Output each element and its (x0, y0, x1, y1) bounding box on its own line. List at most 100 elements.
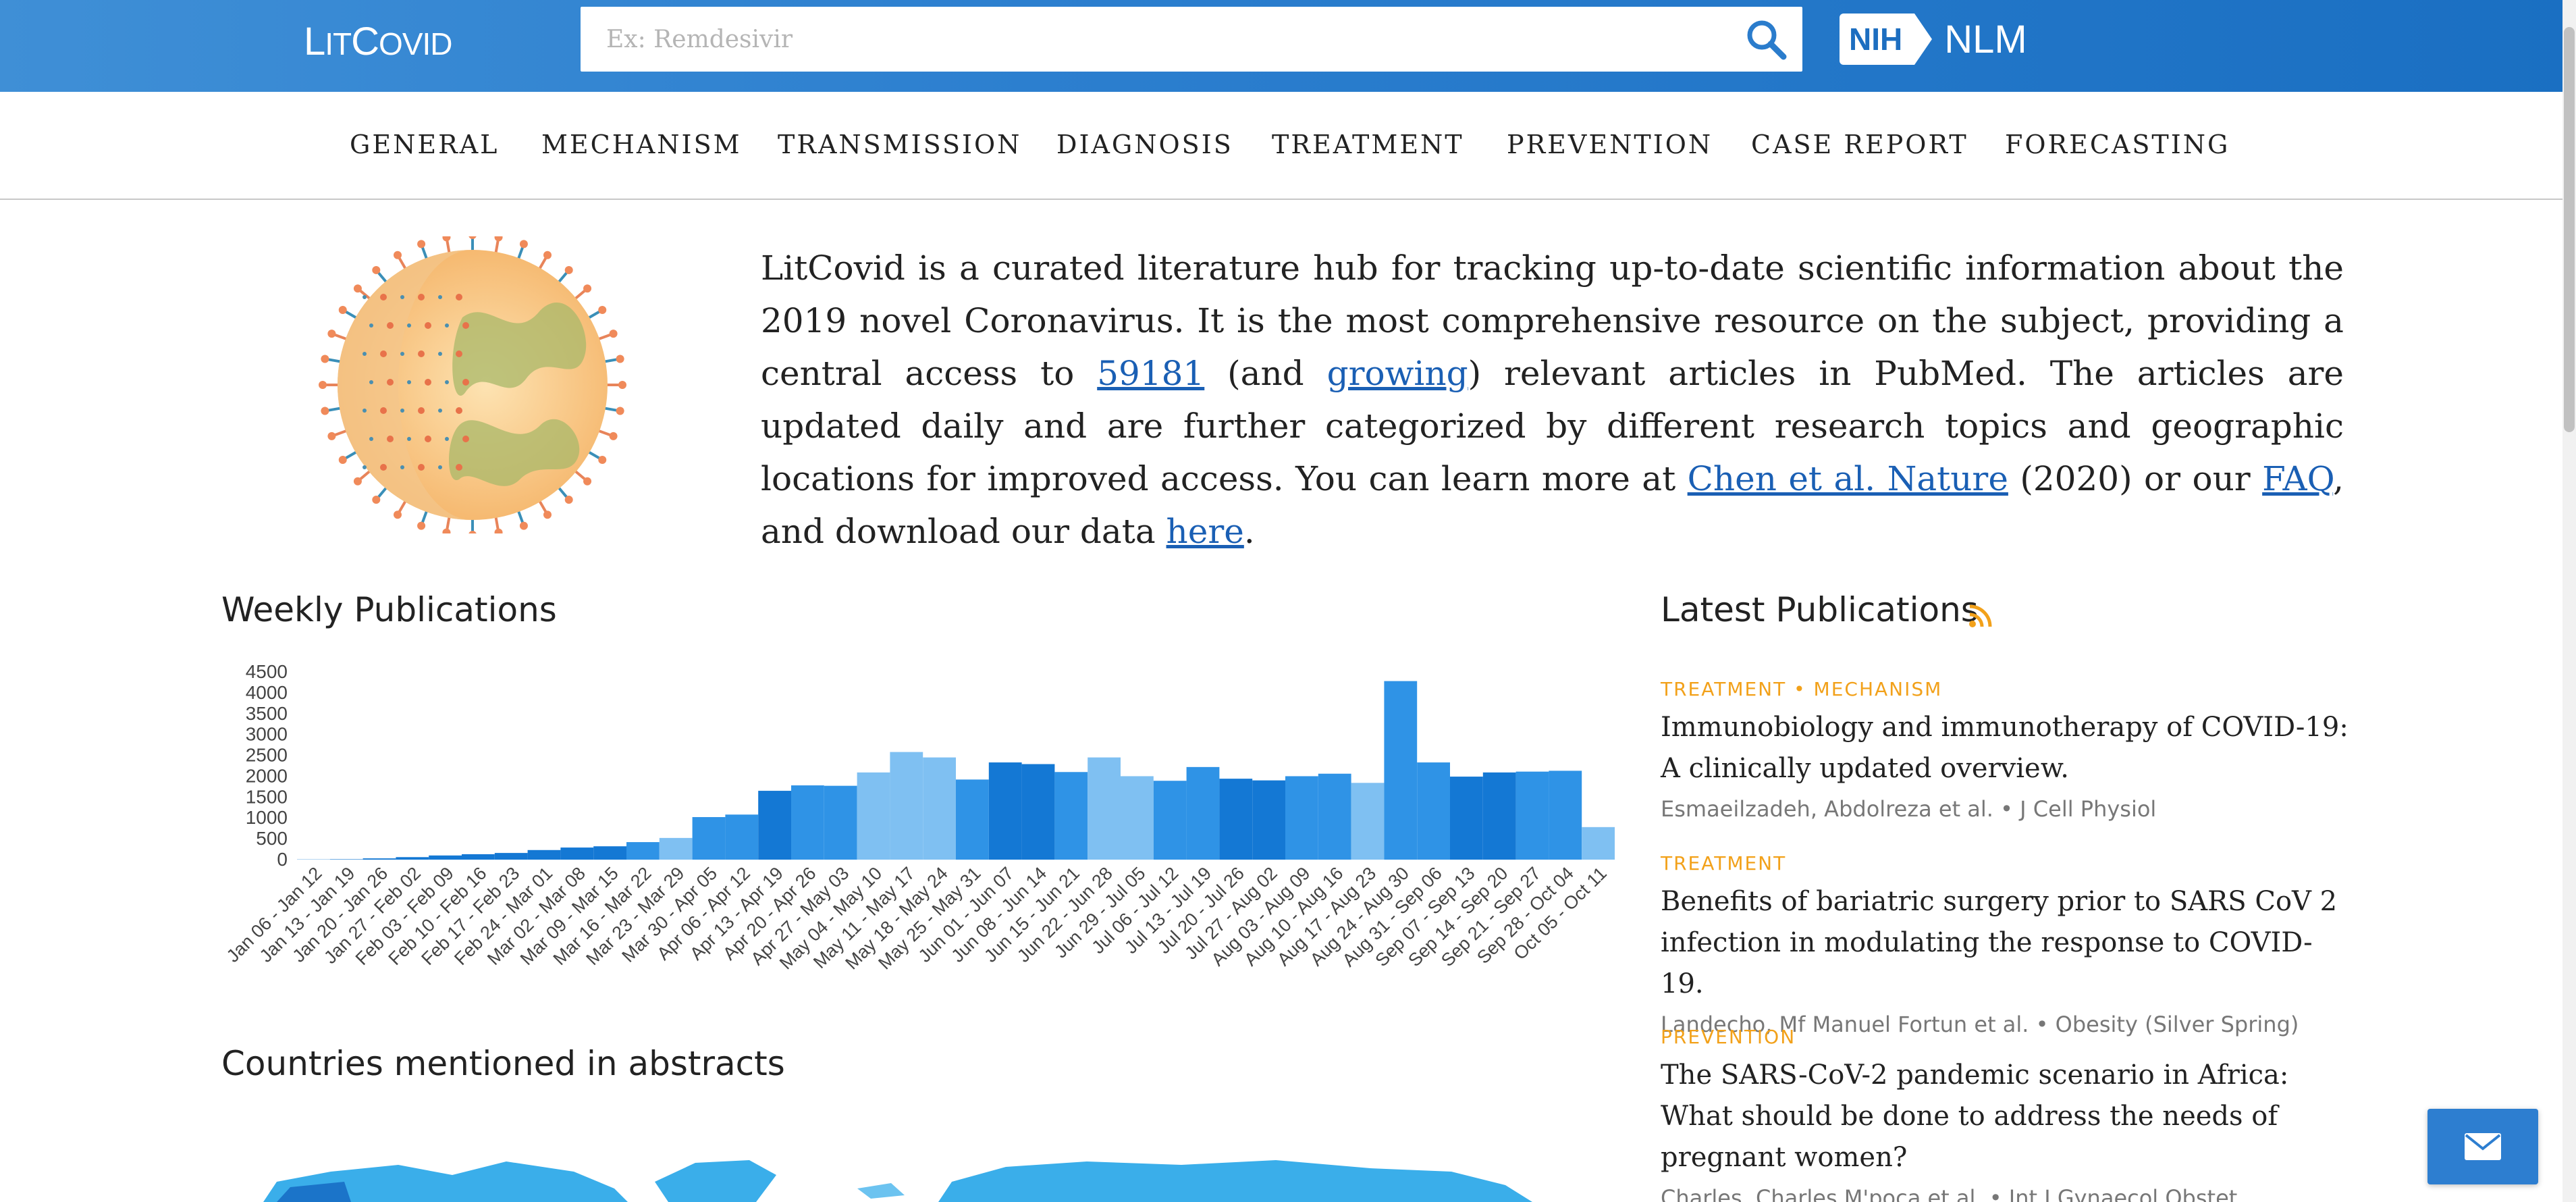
bar-17[interactable] (857, 772, 890, 860)
y-tick-label: 2500 (246, 745, 288, 766)
bar-7[interactable] (527, 850, 561, 860)
bar-29[interactable] (1252, 780, 1285, 860)
bar-22[interactable] (1021, 764, 1055, 860)
bar-23[interactable] (1054, 772, 1088, 860)
bar-36[interactable] (1482, 772, 1516, 860)
bar-21[interactable] (988, 762, 1022, 860)
nav-prevention[interactable]: PREVENTION (1507, 130, 1713, 159)
bar-34[interactable] (1417, 762, 1450, 860)
bar-2[interactable] (363, 858, 396, 860)
bar-37[interactable] (1515, 771, 1549, 860)
bar-18[interactable] (890, 752, 923, 860)
bar-19[interactable] (923, 757, 956, 860)
bar-4[interactable] (429, 855, 462, 860)
publication-title[interactable]: Immunobiology and immunotherapy of COVID… (1661, 707, 2349, 789)
scrollbar-thumb[interactable] (2564, 27, 2575, 432)
nav-general[interactable]: GENERAL (350, 130, 499, 159)
bar-32[interactable] (1351, 783, 1385, 860)
bar-14[interactable] (758, 791, 791, 860)
contact-email-button[interactable] (2427, 1109, 2538, 1184)
bar-38[interactable] (1549, 770, 1582, 860)
y-tick-label: 4000 (246, 682, 288, 703)
map-europe-asia (938, 1160, 1532, 1202)
logo-letters-ovid: OVID (379, 26, 452, 61)
virus-spike-tip (327, 432, 336, 440)
bar-33[interactable] (1384, 681, 1418, 860)
bar-5[interactable] (462, 854, 495, 860)
bar-20[interactable] (956, 779, 989, 860)
weekly-publications-chart: 050010001500200025003000350040004500Jan … (223, 661, 1615, 973)
bar-1[interactable] (329, 859, 363, 860)
virus-surface-dot (445, 323, 449, 328)
virus-spike-tip (543, 251, 552, 259)
virus-spike-tip (338, 456, 347, 464)
bar-8[interactable] (560, 847, 594, 860)
bar-16[interactable] (824, 785, 857, 860)
publication-category[interactable]: TREATMENT • MECHANISM (1661, 678, 2349, 700)
virus-spike-tip (583, 284, 592, 293)
faq-link[interactable]: FAQ (2262, 459, 2333, 498)
litcovid-logo[interactable]: LITCOVID (304, 19, 453, 64)
growing-link[interactable]: growing (1327, 354, 1468, 393)
search-input[interactable] (581, 7, 1715, 72)
virus-surface-dot (438, 465, 442, 469)
bar-15[interactable] (791, 785, 824, 860)
bar-26[interactable] (1153, 781, 1187, 860)
nav-forecasting[interactable]: FORECASTING (2005, 130, 2230, 159)
nav-case-report[interactable]: CASE REPORT (1751, 130, 1968, 159)
virus-spike-tip (543, 511, 552, 519)
virus-spike-tip (618, 381, 626, 389)
nih-badge: NIH (1840, 14, 1915, 65)
download-data-link[interactable]: here (1166, 512, 1244, 551)
intro-text-6: . (1243, 512, 1255, 551)
publication-item: TREATMENT Benefits of bariatric surgery … (1661, 852, 2349, 1037)
bar-13[interactable] (725, 814, 759, 860)
nature-paper-link[interactable]: Chen et al. Nature (1688, 459, 2008, 498)
coronavirus-illustration (319, 236, 626, 533)
virus-surface-dot (380, 464, 387, 471)
bar-6[interactable] (494, 853, 528, 860)
bar-39[interactable] (1582, 827, 1615, 860)
y-tick-label: 3000 (246, 724, 288, 745)
nav-treatment[interactable]: TREATMENT (1272, 130, 1464, 159)
publication-category[interactable]: PREVENTION (1661, 1026, 2349, 1048)
virus-spike-tip (417, 521, 426, 530)
bar-12[interactable] (692, 816, 726, 860)
bar-10[interactable] (626, 842, 660, 860)
virus-spike-tip (442, 528, 451, 533)
bar-24[interactable] (1088, 757, 1121, 860)
virus-surface-dot (445, 380, 449, 384)
virus-spike-tip (394, 511, 402, 519)
bar-9[interactable] (593, 846, 626, 860)
nav-diagnosis[interactable]: DIAGNOSIS (1056, 130, 1233, 159)
publication-title[interactable]: Benefits of bariatric surgery prior to S… (1661, 881, 2349, 1005)
bar-28[interactable] (1219, 779, 1253, 860)
publication-meta: Charles, Charles M'poca et al. • Int J G… (1661, 1185, 2238, 1202)
bar-11[interactable] (659, 837, 693, 860)
bar-25[interactable] (1121, 776, 1154, 860)
search-icon[interactable] (1744, 18, 1788, 61)
rss-icon[interactable] (1968, 604, 1993, 628)
bar-30[interactable] (1285, 776, 1318, 860)
bar-31[interactable] (1318, 773, 1351, 860)
virus-surface-dot (400, 352, 404, 356)
nav-mechanism[interactable]: MECHANISM (541, 130, 742, 159)
virus-spike-tip (598, 456, 607, 464)
bar-3[interactable] (396, 857, 429, 860)
virus-spike-tip (353, 477, 362, 486)
bar-35[interactable] (1450, 777, 1483, 860)
article-count-link[interactable]: 59181 (1097, 354, 1204, 393)
publication-title[interactable]: The SARS-CoV-2 pandemic scenario in Afri… (1661, 1055, 2349, 1178)
virus-spike-tip (494, 528, 503, 533)
page-scrollbar[interactable] (2562, 0, 2576, 1202)
virus-spike-tip (609, 432, 618, 440)
publication-category[interactable]: TREATMENT (1661, 852, 2349, 874)
virus-surface-dot (407, 380, 411, 384)
nav-transmission[interactable]: TRANSMISSION (778, 130, 1021, 159)
virus-spike-tip (616, 407, 624, 415)
nih-nlm-logo[interactable]: NIH NLM (1840, 14, 2027, 65)
world-map[interactable] (223, 1134, 1573, 1202)
weekly-publications-title: Weekly Publications (221, 590, 557, 629)
bar-27[interactable] (1186, 766, 1220, 860)
intro-text-4: (2020) or our (2008, 459, 2263, 498)
